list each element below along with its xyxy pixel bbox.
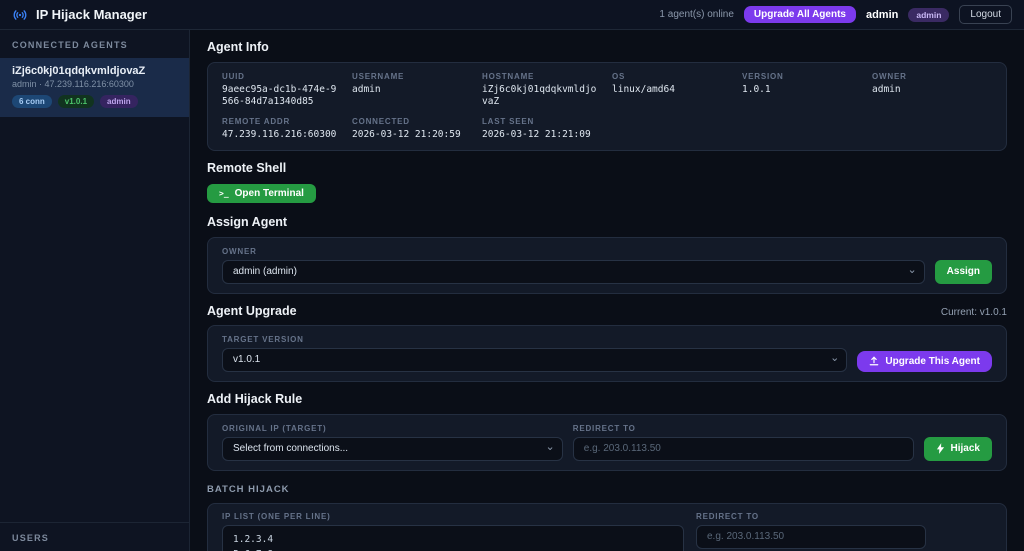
target-version-label: TARGET VERSION (222, 334, 304, 344)
field-username: USERNAME admin (352, 72, 472, 108)
field-label: OWNER (872, 72, 907, 81)
ip-list-textarea[interactable]: 1.2.3.4 5.6.7.8 9.10.11.12 (222, 524, 684, 551)
logout-button[interactable]: Logout (959, 5, 1012, 24)
field-value: linux/amd64 (612, 84, 675, 95)
current-version-text: Current: v1.0.1 (940, 306, 1007, 318)
agent-upgrade-panel: TARGET VERSION v1.0.1 ⌄ Upgrade This Age… (207, 324, 1007, 382)
users-section: USERS (0, 522, 189, 551)
field-label: OS (612, 72, 626, 81)
assign-agent-panel: OWNER admin (admin) ⌄ Assign (207, 236, 1007, 294)
field-label: USERNAME (352, 72, 405, 81)
app-title: IP Hijack Manager (36, 7, 148, 22)
hijack-label: Hijack (950, 443, 980, 455)
field-label: CONNECTED (352, 116, 410, 126)
zap-icon (936, 443, 945, 455)
original-ip-select[interactable]: Select from connections... (222, 436, 563, 461)
broadcast-logo-icon (12, 7, 28, 23)
field-connected: CONNECTED 2026-03-12 21:20:59 (352, 117, 472, 141)
field-value: 2026-03-12 21:20:59 (352, 128, 461, 140)
agent-list-item[interactable]: iZj6c0kj01qdqkvmldjovaZ admin · 47.239.1… (0, 58, 189, 117)
version-badge: v1.0.1 (57, 95, 95, 108)
owner-select[interactable]: admin (admin) (222, 259, 925, 284)
field-uuid: UUID 9aeec95a-dc1b-474e-9566-84d7a1340d8… (222, 72, 342, 108)
field-value: admin (872, 84, 901, 95)
current-username: admin (865, 8, 899, 21)
field-label: LAST SEEN (482, 116, 535, 126)
original-ip-label: ORIGINAL IP (TARGET) (222, 423, 327, 433)
open-terminal-label: Open Terminal (234, 187, 304, 199)
agent-badges: 6 conn v1.0.1 admin (12, 95, 177, 108)
field-owner: OWNER admin (872, 72, 992, 108)
field-last-seen: LAST SEEN 2026-03-12 21:21:09 (482, 117, 602, 141)
connections-badge: 6 conn (12, 95, 52, 108)
remote-shell-title: Remote Shell (207, 160, 287, 175)
owner-badge: admin (100, 95, 138, 108)
users-title: USERS (12, 533, 50, 543)
field-label: HOSTNAME (482, 72, 535, 81)
connected-agents-sidebar: CONNECTED AGENTS iZj6c0kj01qdqkvmldjovaZ… (0, 30, 190, 551)
hijack-button[interactable]: Hijack (923, 436, 992, 461)
upgrade-this-agent-button[interactable]: Upgrade This Agent (857, 350, 992, 372)
batch-hijack-title: BATCH HIJACK (207, 483, 290, 495)
agents-online-status: 1 agent(s) online (659, 9, 734, 20)
batch-redirect-to-label: REDIRECT TO (696, 511, 759, 521)
main-content: Agent Info UUID 9aeec95a-dc1b-474e-9566-… (190, 30, 1024, 551)
field-value: 9aeec95a-dc1b-474e-9566-84d7a1340d85 (222, 84, 337, 107)
field-hostname: HOSTNAME iZj6c0kj01qdqkvmldjovaZ (482, 72, 602, 108)
field-remote-addr: REMOTE ADDR 47.239.116.216:60300 (222, 117, 342, 141)
field-label: UUID (222, 72, 245, 81)
redirect-to-label: REDIRECT TO (572, 423, 636, 433)
add-hijack-rule-panel: ORIGINAL IP (TARGET) Select from connect… (207, 413, 1007, 471)
field-value: iZj6c0kj01qdqkvmldjovaZ (482, 84, 597, 107)
field-label: VERSION (742, 72, 784, 81)
batch-hijack-panel: IP LIST (ONE PER LINE) 1.2.3.4 5.6.7.8 9… (207, 502, 1007, 551)
open-terminal-button[interactable]: >_ Open Terminal (207, 183, 316, 203)
owner-select-label: OWNER (222, 246, 257, 256)
field-os: OS linux/amd64 (612, 72, 732, 108)
agent-upgrade-title: Agent Upgrade (207, 303, 297, 318)
connected-agents-title: CONNECTED AGENTS (12, 40, 128, 50)
upload-icon (869, 356, 879, 366)
field-value: 2026-03-12 21:21:09 (482, 128, 591, 140)
top-header: IP Hijack Manager 1 agent(s) online Upgr… (0, 0, 1024, 30)
field-value: 47.239.116.216:60300 (222, 128, 337, 140)
field-label: REMOTE ADDR (222, 116, 291, 126)
field-version: VERSION 1.0.1 (742, 72, 862, 108)
agent-id: iZj6c0kj01qdqkvmldjovaZ (12, 65, 146, 77)
ip-list-label: IP LIST (ONE PER LINE) (222, 511, 331, 521)
upgrade-this-agent-label: Upgrade This Agent (885, 355, 980, 367)
redirect-to-input[interactable] (572, 436, 914, 461)
terminal-icon: >_ (219, 188, 229, 198)
batch-redirect-to-input[interactable] (696, 524, 926, 549)
app-window: IP Hijack Manager 1 agent(s) online Upgr… (0, 0, 1024, 551)
assign-button[interactable]: Assign (934, 259, 992, 284)
agent-info-title: Agent Info (207, 40, 269, 54)
field-value: 1.0.1 (742, 84, 771, 95)
target-version-select[interactable]: v1.0.1 (222, 347, 848, 372)
add-hijack-rule-title: Add Hijack Rule (207, 391, 303, 406)
field-value: admin (352, 84, 381, 95)
assign-agent-title: Assign Agent (207, 214, 288, 229)
upgrade-all-agents-button[interactable]: Upgrade All Agents (743, 6, 856, 23)
agent-info-panel: UUID 9aeec95a-dc1b-474e-9566-84d7a1340d8… (207, 62, 1007, 151)
role-badge: admin (908, 7, 950, 22)
agent-subtitle: admin · 47.239.116.216:60300 (12, 79, 134, 89)
